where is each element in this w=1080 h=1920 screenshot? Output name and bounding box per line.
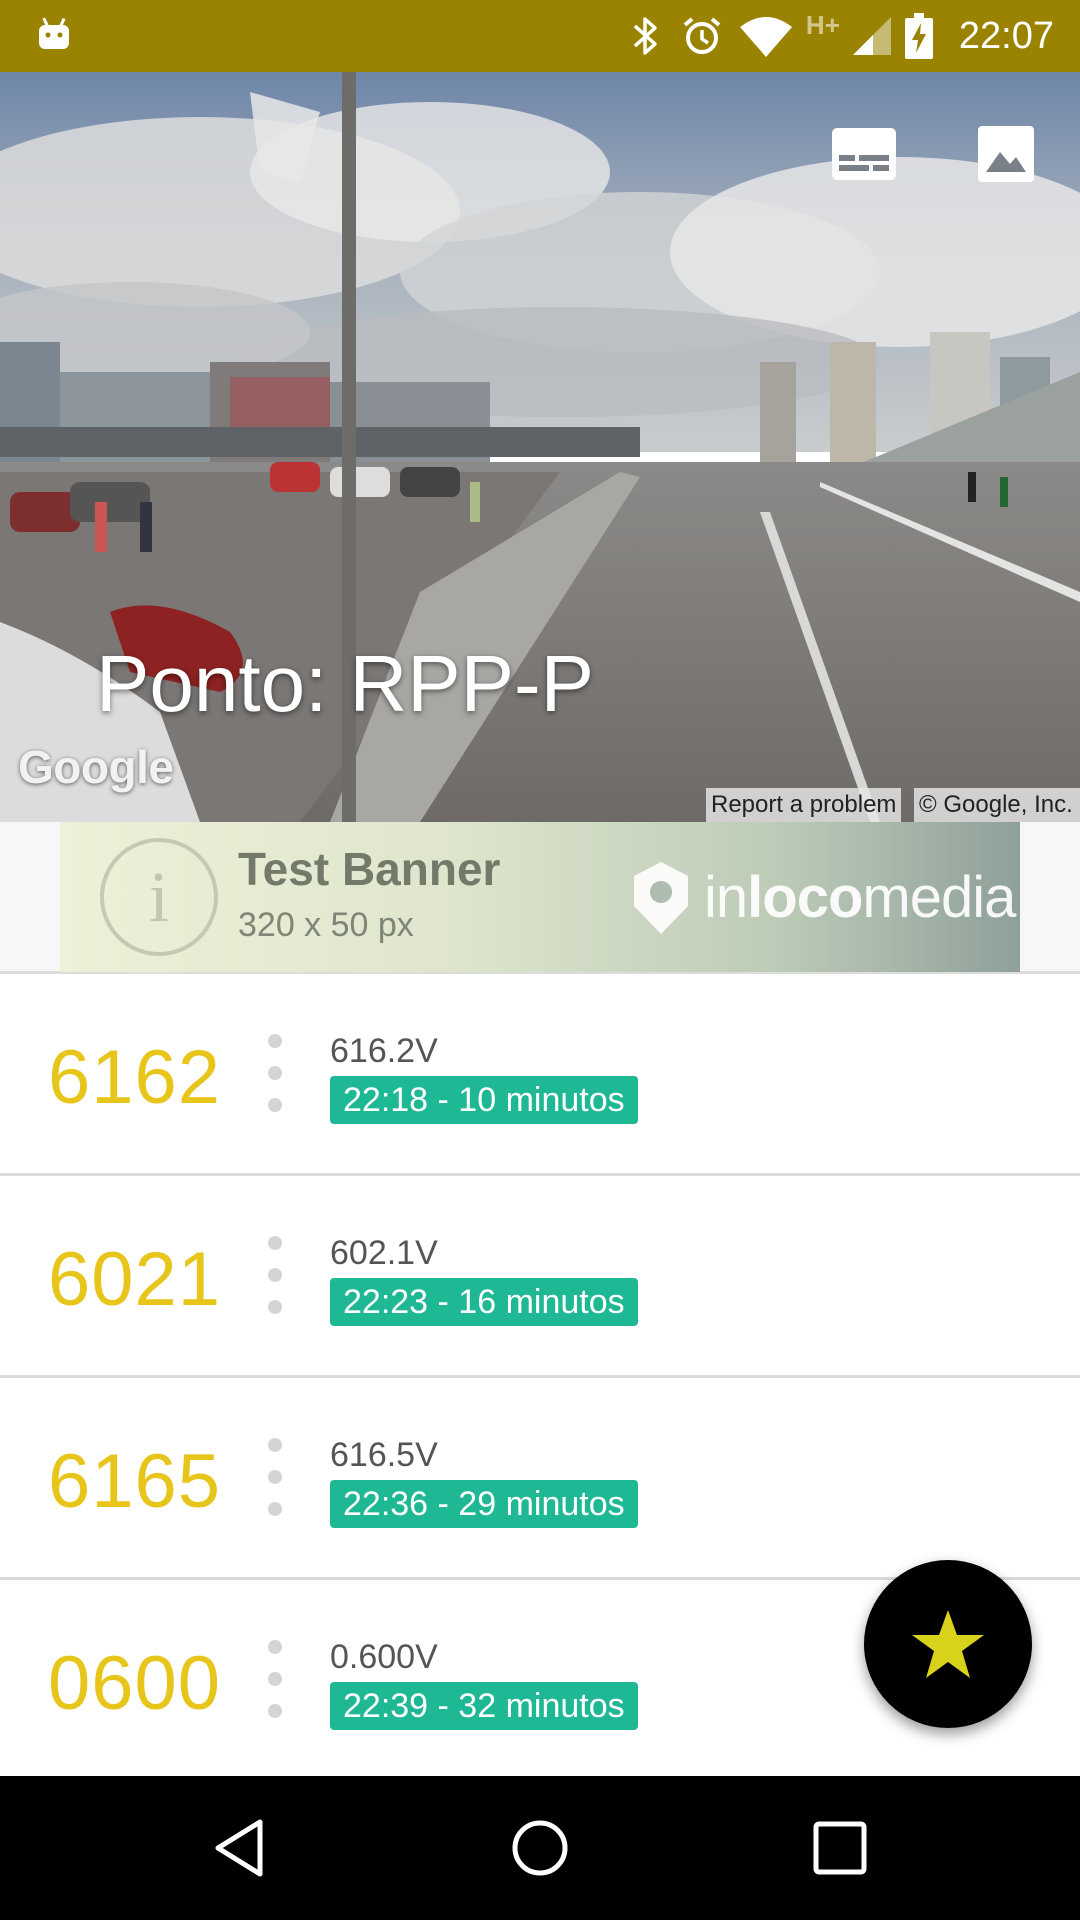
photo-icon[interactable]: [978, 126, 1034, 182]
google-logo: Google: [18, 741, 174, 793]
arrival-time-badge: 22:18 - 10 minutos: [330, 1076, 638, 1124]
voltage-label: 616.2V: [330, 1032, 438, 1070]
list-item[interactable]: 6162 616.2V 22:18 - 10 minutos: [0, 974, 1080, 1176]
arrival-time-badge: 22:39 - 32 minutos: [330, 1682, 638, 1730]
stop-title: Ponto: RPP-P: [96, 639, 595, 728]
banner-title: Test Banner: [238, 843, 501, 895]
status-bar: H+ 22:07: [0, 0, 1080, 72]
brand-logo: inlocomedia: [704, 864, 1016, 931]
more-options-icon[interactable]: [268, 1640, 282, 1728]
status-time: 22:07: [958, 14, 1054, 57]
vehicle-code: 6021: [48, 1237, 222, 1322]
android-debug-icon: [39, 17, 69, 49]
voltage-label: 0.600V: [330, 1638, 438, 1676]
banner-subtitle: 320 x 50 px: [238, 906, 414, 944]
back-icon[interactable]: [204, 1812, 276, 1884]
captions-icon[interactable]: [832, 128, 896, 180]
info-icon: i: [100, 838, 218, 956]
arrival-time-badge: 22:23 - 16 minutos: [330, 1278, 638, 1326]
vehicle-code: 0600: [48, 1641, 222, 1726]
list-item[interactable]: 6021 602.1V 22:23 - 16 minutos: [0, 1176, 1080, 1378]
vehicle-code: 6162: [48, 1035, 222, 1120]
voltage-label: 602.1V: [330, 1234, 438, 1272]
ad-banner[interactable]: i Test Banner 320 x 50 px inlocomedia: [60, 822, 1020, 972]
location-pin-icon: [634, 862, 688, 934]
voltage-label: 616.5V: [330, 1436, 438, 1474]
list-item[interactable]: 6165 616.5V 22:36 - 29 minutos: [0, 1378, 1080, 1580]
alarm-icon: [673, 0, 731, 72]
street-view-image[interactable]: Ponto: RPP-P Google Report a problem © G…: [0, 72, 1080, 822]
bluetooth-icon: [617, 0, 673, 72]
report-problem-link[interactable]: Report a problem: [706, 788, 902, 822]
recents-icon[interactable]: [804, 1812, 876, 1884]
more-options-icon[interactable]: [268, 1034, 282, 1122]
brand-bold: loco: [747, 865, 863, 930]
battery-charging-icon: [899, 0, 939, 72]
star-icon: [912, 1610, 984, 1678]
ad-area: i Test Banner 320 x 50 px inlocomedia: [0, 822, 1080, 974]
vehicle-code: 6165: [48, 1439, 222, 1524]
more-options-icon[interactable]: [268, 1438, 282, 1526]
network-type-label: H+: [805, 9, 840, 40]
more-options-icon[interactable]: [268, 1236, 282, 1324]
home-icon[interactable]: [504, 1812, 576, 1884]
wifi-icon: [731, 0, 801, 72]
arrival-time-badge: 22:36 - 29 minutos: [330, 1480, 638, 1528]
navigation-bar: [0, 1776, 1080, 1920]
brand-suffix: media: [862, 865, 1016, 930]
favorite-fab-button[interactable]: [864, 1560, 1032, 1728]
cell-signal-icon: [845, 0, 899, 72]
google-copyright: © Google, Inc.: [914, 788, 1080, 822]
brand-prefix: in: [704, 865, 748, 930]
